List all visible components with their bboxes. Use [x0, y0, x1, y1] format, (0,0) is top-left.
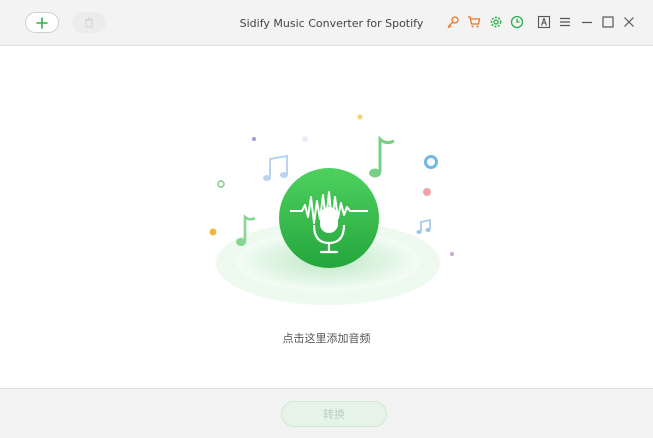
title-bar: Sidify Music Converter for Spotify [0, 0, 653, 46]
add-audio-hint[interactable]: 点击这里添加音频 [0, 330, 653, 346]
language-icon[interactable] [536, 14, 552, 30]
add-button[interactable] [25, 12, 59, 33]
menu-icon[interactable] [557, 14, 573, 30]
convert-button[interactable]: 转换 [281, 401, 387, 427]
gear-icon[interactable] [488, 14, 504, 30]
clock-icon[interactable] [509, 14, 525, 30]
music-note-icon [263, 154, 288, 181]
drop-area[interactable]: 点击这里添加音频 [0, 47, 653, 387]
delete-button[interactable] [72, 12, 106, 33]
trash-icon [85, 17, 93, 28]
plus-icon [36, 16, 48, 29]
microphone-waveform-icon [279, 168, 379, 268]
maximize-icon[interactable] [600, 14, 616, 30]
key-icon[interactable] [445, 14, 461, 30]
footer-bar: 转换 [0, 388, 653, 438]
cart-icon[interactable] [466, 14, 482, 30]
music-note-icon [369, 135, 395, 178]
minimize-icon[interactable] [579, 14, 595, 30]
music-note-icon [416, 219, 431, 234]
close-icon[interactable] [621, 14, 637, 30]
